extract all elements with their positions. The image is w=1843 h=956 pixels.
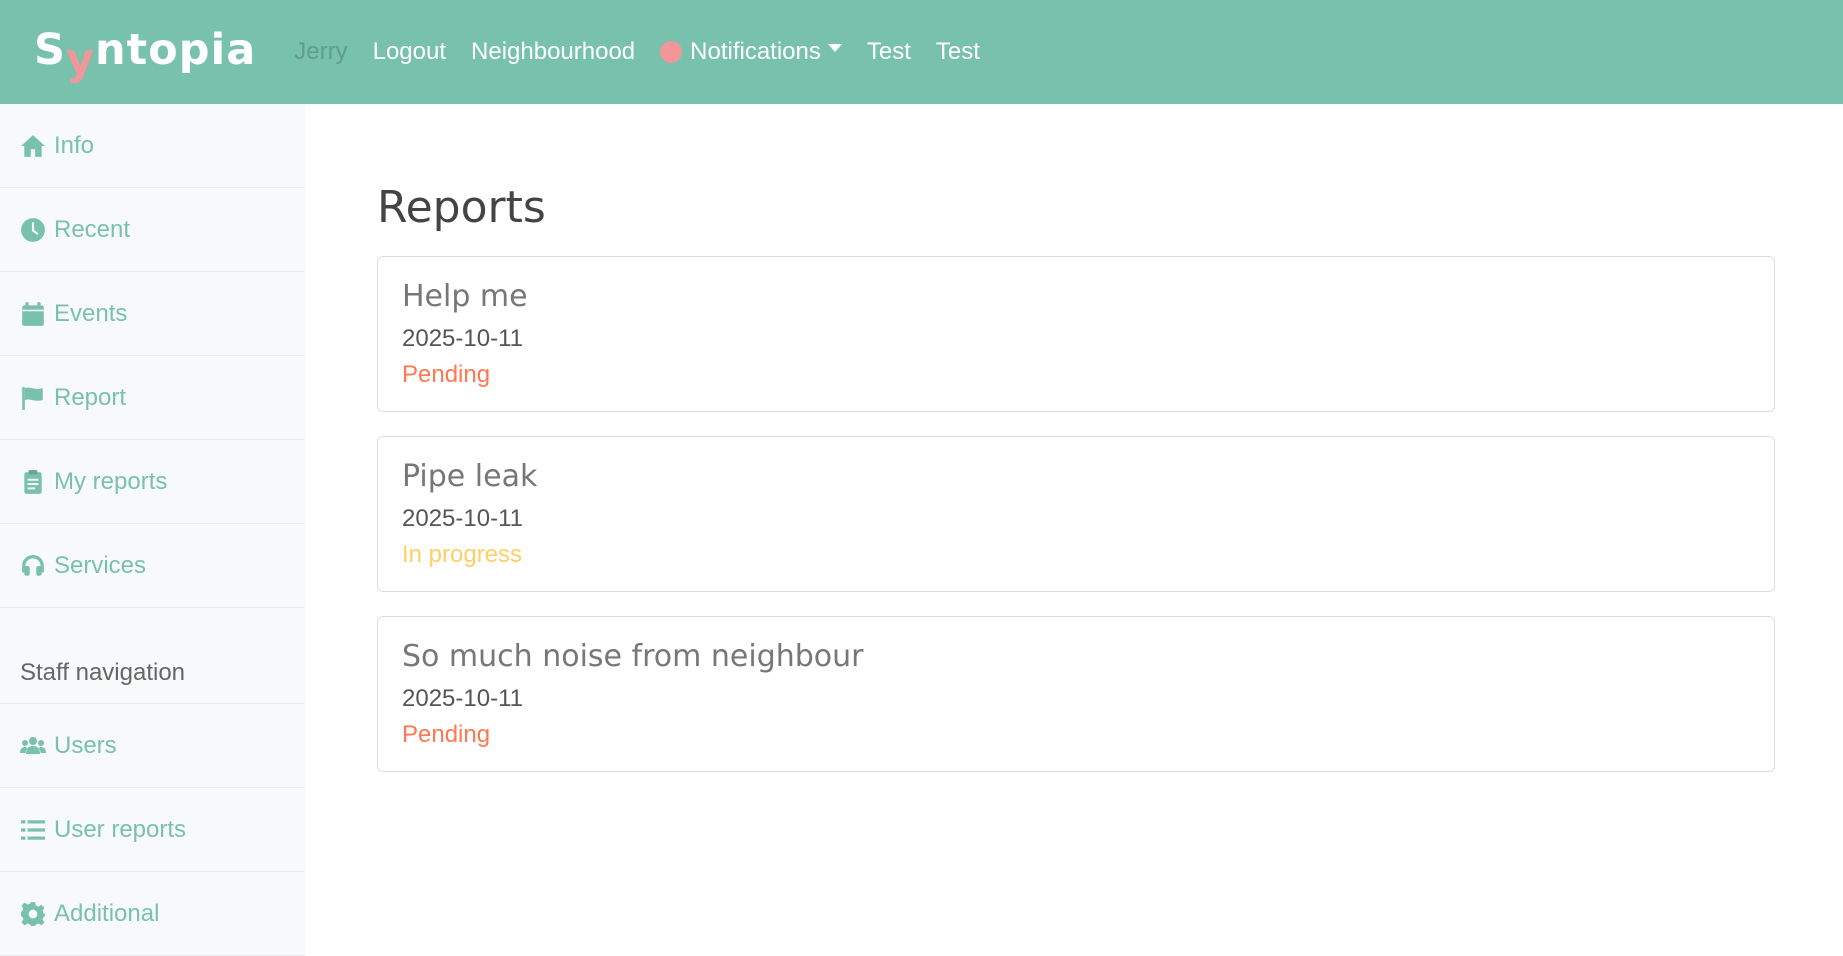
brand-logo-part: y (65, 35, 96, 85)
sidebar-item-label: Report (54, 383, 127, 411)
sidebar-item-users[interactable]: Users (0, 704, 305, 788)
notification-dot-icon (660, 41, 683, 63)
sidebar-item-label: Services (54, 551, 147, 579)
report-title: Pipe leak (402, 459, 538, 494)
brand-logo-part: S (34, 25, 66, 75)
nav-test-link-2[interactable]: Test (936, 38, 980, 66)
sidebar-item-report[interactable]: Report (0, 356, 305, 440)
nav-neighbourhood-link[interactable]: Neighbourhood (471, 38, 635, 66)
sidebar: Info Recent Events Report My reports Ser… (0, 104, 305, 956)
report-date: 2025-10-11 (402, 505, 523, 532)
main-nav: Jerry Logout Neighbourhood Notifications… (294, 38, 1005, 66)
sidebar-item-label: Recent (54, 215, 131, 243)
sidebar-item-label: Additional (54, 899, 160, 927)
home-icon (20, 133, 46, 159)
sidebar-item-additional[interactable]: Additional (0, 872, 305, 956)
list-icon (20, 817, 46, 843)
headset-icon (20, 553, 46, 579)
report-status: Pending (402, 721, 491, 748)
nav-notifications-label: Notifications (690, 38, 821, 65)
sidebar-item-events[interactable]: Events (0, 272, 305, 356)
nav-logout-link[interactable]: Logout (373, 38, 446, 66)
main-content: Reports Help me 2025-10-11 Pending Pipe … (377, 104, 1777, 796)
sidebar-item-my-reports[interactable]: My reports (0, 440, 305, 524)
caret-down-icon (827, 44, 842, 52)
sidebar-item-user-reports[interactable]: User reports (0, 788, 305, 872)
report-status: Pending (402, 361, 491, 388)
report-card[interactable]: Help me 2025-10-11 Pending (377, 256, 1775, 412)
sidebar-item-label: Info (54, 131, 95, 159)
sidebar-item-services[interactable]: Services (0, 524, 305, 608)
brand-logo[interactable]: Sy ntopia (34, 25, 257, 85)
top-navbar: Sy ntopia Jerry Logout Neighbourhood Noti… (0, 0, 1843, 104)
flag-icon (20, 385, 46, 411)
nav-user: Jerry (294, 38, 348, 65)
sidebar-item-info[interactable]: Info (0, 104, 305, 188)
sidebar-item-label: Events (54, 299, 128, 327)
page-title: Reports (377, 182, 546, 233)
calendar-icon (20, 301, 46, 327)
staff-navigation-header: Staff navigation (0, 608, 305, 704)
clock-icon (20, 217, 46, 243)
clipboard-icon (20, 469, 46, 495)
nav-notifications-dropdown[interactable]: Notifications (660, 38, 842, 66)
report-date: 2025-10-11 (402, 685, 523, 712)
brand-logo-part: ntopia (95, 25, 257, 75)
report-title: So much noise from neighbour (402, 639, 864, 674)
sidebar-item-label: User reports (54, 815, 187, 843)
sidebar-item-label: Users (54, 731, 117, 759)
report-list: Help me 2025-10-11 Pending Pipe leak 202… (377, 256, 1777, 772)
sidebar-item-recent[interactable]: Recent (0, 188, 305, 272)
sidebar-item-label: My reports (54, 467, 168, 495)
users-icon (20, 733, 46, 759)
nav-test-link-1[interactable]: Test (867, 38, 911, 66)
report-title: Help me (402, 279, 528, 314)
report-card[interactable]: So much noise from neighbour 2025-10-11 … (377, 616, 1775, 772)
report-date: 2025-10-11 (402, 325, 523, 352)
report-status: In progress (402, 541, 523, 568)
report-card[interactable]: Pipe leak 2025-10-11 In progress (377, 436, 1775, 592)
gear-icon (20, 901, 46, 927)
